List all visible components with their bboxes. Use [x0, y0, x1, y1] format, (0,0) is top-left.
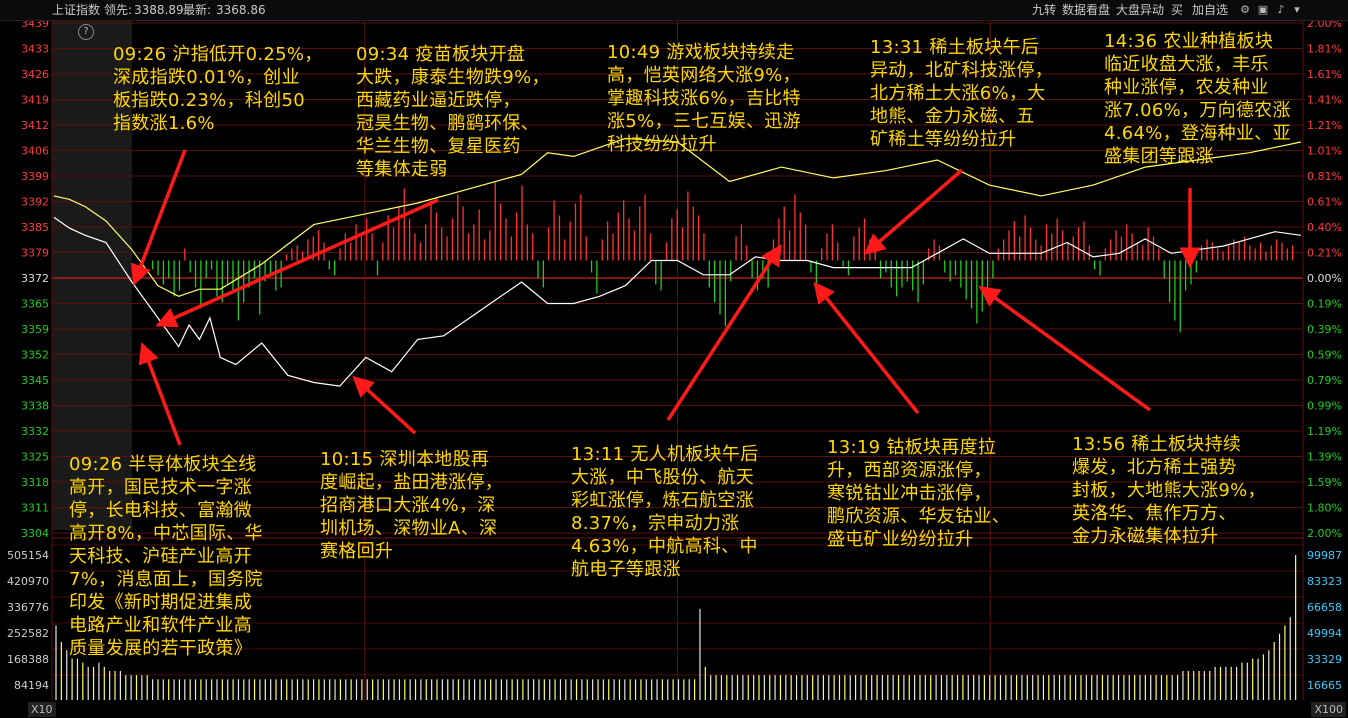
bell-icon[interactable]: ♪ — [1274, 3, 1288, 17]
help-icon[interactable]: ? — [78, 24, 94, 40]
volume-tick-label-left: 252582 — [7, 627, 49, 640]
annotation-1356-rare-earth: 13:56 稀土板块持续 爆发，北方稀土强势 封板，大地熊大涨9%， 英洛华、焦… — [1072, 434, 1266, 547]
annotation-0926-index: 09:26 沪指低开0.25%， 深成指跌0.01%，创业 板指跌0.23%，科… — [113, 44, 323, 134]
annotation-1311-drone: 13:11 无人机板块午后 大涨，中飞股份、航天 彩虹涨停，炼石航空涨 8.37… — [571, 444, 759, 580]
percent-tick-label: 1.01% — [1307, 145, 1342, 158]
price-axis-left: 3439343334263419341234063399339233853379… — [21, 17, 49, 540]
price-tick-label: 3385 — [21, 221, 49, 234]
percent-tick-label: 1.39% — [1307, 451, 1342, 464]
fund-flow-bars — [152, 182, 1294, 333]
annotation-0934-vaccine: 09:34 疫苗板块开盘 大跌，康泰生物跌9%， 西藏药业逼近跌停， 冠昊生物、… — [356, 44, 550, 180]
percent-tick-label: 1.41% — [1307, 94, 1342, 107]
volume-tick-label-right: 33329 — [1307, 653, 1342, 666]
data-view-button[interactable]: 数据看盘 — [1062, 0, 1110, 20]
annotation-arrow — [813, 281, 920, 415]
price-tick-label: 3365 — [21, 298, 49, 311]
percent-tick-label: 0.40% — [1307, 221, 1342, 234]
price-tick-label: 3311 — [21, 502, 49, 515]
percent-tick-label: 1.61% — [1307, 68, 1342, 81]
percent-tick-label: 1.59% — [1307, 476, 1342, 489]
volume-tick-label-right: 99987 — [1307, 549, 1342, 562]
annotation-arrow — [978, 285, 1152, 412]
volume-tick-label-right: 16665 — [1307, 679, 1342, 692]
settings-icon[interactable]: ⚙ — [1238, 3, 1252, 17]
percent-tick-label: 1.80% — [1307, 502, 1342, 515]
latest-value: 3368.86 — [216, 3, 266, 17]
volume-scale-right: X100 — [1311, 702, 1346, 717]
volume-tick-label-left: 505154 — [7, 549, 49, 562]
price-tick-label: 3345 — [21, 374, 49, 387]
volume-tick-label-left: 336776 — [7, 601, 49, 614]
volume-tick-label-left: 84194 — [14, 679, 49, 692]
jiuzhuan-button[interactable]: 九转 — [1032, 0, 1056, 20]
volume-tick-label-right: 66658 — [1307, 601, 1342, 614]
percent-tick-label: 0.39% — [1307, 323, 1342, 336]
percent-tick-label: 2.00% — [1307, 527, 1342, 540]
price-tick-label: 3392 — [21, 196, 49, 209]
dropdown-icon[interactable]: ▾ — [1290, 3, 1304, 17]
price-tick-label: 3426 — [21, 68, 49, 81]
lead-value: 3388.89 — [134, 3, 184, 17]
price-tick-label: 3433 — [21, 43, 49, 56]
price-tick-label: 3338 — [21, 400, 49, 413]
price-tick-label: 3352 — [21, 349, 49, 362]
percent-tick-label: 1.19% — [1307, 425, 1342, 438]
volume-tick-label-left: 168388 — [7, 653, 49, 666]
percent-tick-label: 0.19% — [1307, 298, 1342, 311]
annotation-arrow — [864, 168, 964, 255]
price-tick-label: 3332 — [21, 425, 49, 438]
add-watchlist-button[interactable]: 加自选 — [1192, 0, 1228, 20]
price-tick-label: 3304 — [21, 527, 49, 540]
price-tick-label: 3359 — [21, 323, 49, 336]
percent-tick-label: 0.99% — [1307, 400, 1342, 413]
volume-tick-label-right: 49994 — [1307, 627, 1342, 640]
market-alert-button[interactable]: 大盘异动 — [1116, 0, 1164, 20]
annotation-1331-rare-earth: 13:31 稀土板块午后 异动，北矿科技涨停， 北方稀土大涨6%，大 地熊、金力… — [870, 37, 1053, 150]
volume-axis-left: 505154 420970 336776 252582 168388 84194 — [7, 549, 49, 692]
annotation-arrow — [352, 375, 417, 435]
percent-tick-label: 0.59% — [1307, 349, 1342, 362]
percent-tick-label: 0.79% — [1307, 374, 1342, 387]
price-tick-label: 3399 — [21, 170, 49, 183]
annotation-1015-shenzhen: 10:15 深圳本地股再 度崛起，盐田港涨停， 招商港口大涨4%，深 圳机场、深… — [320, 449, 503, 562]
lead-label: 领先: — [104, 3, 133, 17]
percent-tick-label: 0.81% — [1307, 170, 1342, 183]
percent-tick-label: 0.61% — [1307, 196, 1342, 209]
annotation-1049-gaming: 10:49 游戏板块持续走 高，恺英网络大涨9%， 掌趣科技涨6%，吉比特 涨5… — [607, 42, 801, 155]
percent-axis-right: 2.00% 1.81% 1.61% 1.41% 1.21% 1.01% 0.81% 0.61%… — [1307, 17, 1342, 540]
percent-tick-label: 1.81% — [1307, 43, 1342, 56]
price-tick-label: 3318 — [21, 476, 49, 489]
volume-scale-left: X10 — [28, 702, 56, 717]
annotation-1319-cobalt: 13:19 钴板块再度拉 升，西部资源涨停， 寒锐钴业冲击涨停， 鹏欣资源、华友… — [827, 437, 1010, 550]
price-tick-label: 3372 — [21, 272, 49, 285]
price-tick-label: 3419 — [21, 94, 49, 107]
price-tick-label: 3406 — [21, 145, 49, 158]
percent-tick-label: 1.21% — [1307, 119, 1342, 132]
annotation-0926-semiconductor: 09:26 半导体板块全线 高开，国民技术一字涨 停，长电科技、富瀚微 高开8%… — [69, 454, 263, 659]
chart-toolbar: 上证指数 领先: 3388.89 最新: 3368.86 九转 数据看盘 大盘异… — [0, 0, 1348, 21]
latest-label: 最新: — [183, 3, 212, 17]
price-tick-label: 3379 — [21, 247, 49, 260]
annotation-1436-agriculture: 14:36 农业种植板块 临近收盘大涨，丰乐 种业涨停，农发种业 涨7.06%，… — [1104, 31, 1291, 167]
price-tick-label: 3325 — [21, 451, 49, 464]
annotation-arrow — [130, 149, 187, 286]
volume-tick-label-right: 83323 — [1307, 575, 1342, 588]
volume-tick-label-left: 420970 — [7, 575, 49, 588]
percent-tick-label: 0.00% — [1307, 272, 1342, 285]
buy-button[interactable]: 买 — [1171, 0, 1183, 20]
volume-axis-right: 99987 83323 66658 49994 33329 16665 — [1307, 549, 1342, 692]
price-tick-label: 3412 — [21, 119, 49, 132]
percent-tick-label: 0.21% — [1307, 247, 1342, 260]
lock-icon[interactable]: ▣ — [1256, 3, 1270, 17]
index-name: 上证指数 — [52, 3, 101, 17]
